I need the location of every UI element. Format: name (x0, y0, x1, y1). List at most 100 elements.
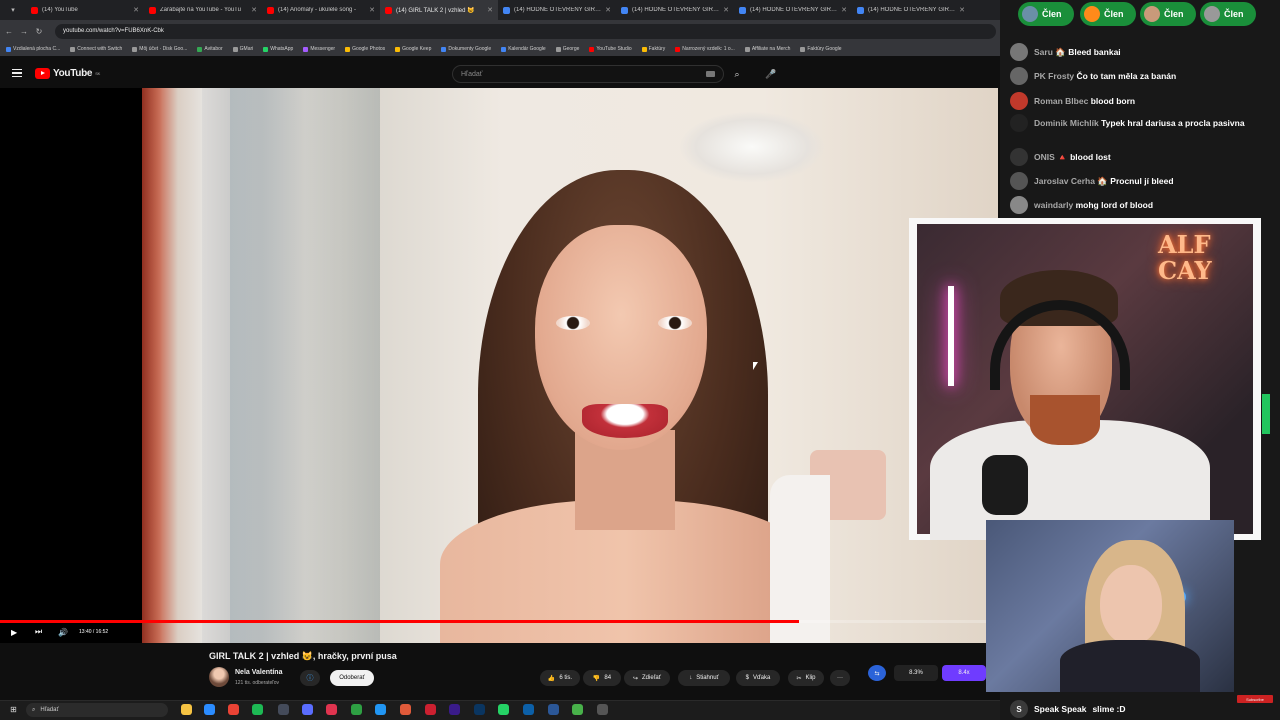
ticktick-icon[interactable] (326, 704, 337, 715)
next-icon[interactable]: ⏭ (35, 625, 42, 639)
bookmark-item[interactable]: Affiliate na Merch (744, 46, 790, 52)
forward-icon[interactable]: → (18, 27, 30, 36)
chat-user: Dominik Michlík (1034, 118, 1099, 128)
xbox-icon[interactable] (351, 704, 362, 715)
tab-close-icon[interactable]: ✕ (605, 6, 611, 14)
user-avatar: S (1010, 700, 1028, 718)
hamburger-menu-icon[interactable] (12, 69, 22, 77)
bookmark-item[interactable]: Narrozený vzdelk: 1 o... (675, 46, 735, 52)
tab-favicon (31, 6, 38, 14)
browser-tab[interactable]: (14) HODNÉ OTEVŘENÝ GIRL T ✕ (852, 0, 970, 20)
bookmark-item[interactable]: YouTube Studio (589, 46, 632, 52)
bookmark-item[interactable]: Messenger (303, 46, 335, 52)
tab-close-icon[interactable]: ✕ (133, 6, 139, 14)
bookmark-item[interactable]: Faktúry (641, 46, 665, 52)
play-icon[interactable]: ▶ (11, 625, 17, 639)
bookmark-item[interactable]: Avitabor (197, 46, 223, 52)
vpn-icon[interactable] (204, 704, 215, 715)
tab-close-icon[interactable]: ✕ (369, 6, 375, 14)
bookmark-item[interactable]: Dokumenty Google (441, 46, 491, 52)
like-button[interactable]: 👍 6 tis. (540, 670, 580, 686)
subscribe-button[interactable]: Odoberať (330, 670, 374, 686)
davinci-icon[interactable] (400, 704, 411, 715)
extension-icon[interactable]: ⇆ (868, 665, 886, 681)
youtube-play-icon (35, 68, 50, 79)
start-icon[interactable]: ⊞ (8, 704, 19, 715)
app-icon[interactable] (375, 704, 386, 715)
share-button[interactable]: ↪ Zdieľať (624, 670, 670, 686)
chat-scroll-indicator[interactable] (1262, 394, 1270, 434)
channel-avatar[interactable] (209, 667, 229, 687)
browser-tab[interactable]: (14) GIRL TALK 2 | vzhled 😺 ✕ (380, 0, 498, 20)
chat-user: ONIS 🔺 (1034, 152, 1068, 162)
tab-close-icon[interactable]: ✕ (841, 6, 847, 14)
volume-icon[interactable]: 🔊 (58, 625, 68, 639)
tab-close-icon[interactable]: ✕ (723, 6, 729, 14)
tab-close-icon[interactable]: ✕ (487, 6, 493, 14)
bookmark-item[interactable]: Google Photos (345, 46, 385, 52)
browser-tab[interactable]: (14) HODNÉ OTEVŘENÝ GIRL T ✕ (616, 0, 734, 20)
browser-tab[interactable]: Zarábajte na YouTube - YouTu ✕ (144, 0, 262, 20)
premiere-icon[interactable] (449, 704, 460, 715)
tab-title: (14) HODNÉ OTEVŘENÝ GIRL T (514, 7, 602, 13)
taskbar-search[interactable]: ⌕ Hľadať (26, 703, 168, 717)
channel-join-button[interactable]: ⓘ (300, 670, 320, 686)
voice-search-icon[interactable]: 🎤 (764, 67, 778, 81)
photoshop-icon[interactable] (474, 704, 485, 715)
bookmark-favicon (641, 46, 647, 52)
misc-icon[interactable] (597, 704, 608, 715)
extension-value-1: 8.3% (894, 665, 938, 681)
video-person-smile (582, 404, 668, 438)
thanks-label: Vďaka (752, 675, 771, 681)
subscribe-badge: Subscribe (1237, 695, 1273, 703)
spotify-icon[interactable] (252, 704, 263, 715)
download-icon: ↓ (689, 675, 693, 681)
clip-button[interactable]: ✂ Klip (788, 670, 824, 686)
browser-tab[interactable]: (14) Anomaly - ukulele song - ✕ (262, 0, 380, 20)
bookmark-item[interactable]: Connect with Switch (70, 46, 122, 52)
bookmark-item[interactable]: George (555, 46, 579, 52)
search-placeholder: Hľadať (461, 70, 483, 78)
bookmark-item[interactable]: Google Keep (395, 46, 431, 52)
ps-icon[interactable] (523, 704, 534, 715)
bookmark-item[interactable]: GMari (232, 46, 253, 52)
store-icon[interactable] (572, 704, 583, 715)
tab-menu-icon[interactable]: ▾ (0, 0, 26, 20)
bookmark-item[interactable]: WhatsApp (263, 46, 293, 52)
youtube-logo[interactable]: YouTube SK (35, 68, 100, 79)
search-input[interactable]: Hľadať (452, 65, 724, 83)
chrome-icon[interactable] (228, 704, 239, 715)
tab-close-icon[interactable]: ✕ (251, 6, 257, 14)
tab-close-icon[interactable]: ✕ (959, 6, 965, 14)
download-button[interactable]: ↓ Stiahnuť (678, 670, 730, 686)
search-button[interactable]: ⌕ (724, 65, 750, 83)
thumbs-down-icon: 👎 (592, 675, 601, 682)
bookmark-item[interactable]: Môj účet · Disk Goo... (132, 46, 187, 52)
browser-tab[interactable]: (14) HODNÉ OTEVŘENÝ GIRL T ✕ (498, 0, 616, 20)
bookmark-favicon (6, 46, 11, 52)
back-icon[interactable]: ← (3, 27, 15, 36)
browser-tab[interactable]: (14) YouTube ✕ (26, 0, 144, 20)
bookmark-item[interactable]: Faktúry Google (800, 46, 842, 52)
more-actions-button[interactable]: ··· (830, 670, 850, 686)
url-field[interactable]: youtube.com/watch?v=FUB6XnK-Cbk (55, 23, 996, 39)
member-avatar (1084, 6, 1100, 22)
bookmark-item[interactable]: Vzdialená plocha C... (6, 46, 60, 52)
chat-last-message: S Speak Speak slime :D (1010, 700, 1126, 718)
member-badge-3: Člen (1140, 2, 1196, 26)
explorer-icon[interactable] (181, 704, 192, 715)
reload-icon[interactable]: ↻ (33, 27, 45, 36)
word-icon[interactable] (548, 704, 559, 715)
channel-name[interactable]: Nela Valentína (235, 669, 282, 676)
dislike-button[interactable]: 👎 84 (583, 670, 621, 686)
browser-tab[interactable]: (14) HODNÉ OTEVŘENÝ GIRL T ✕ (734, 0, 852, 20)
bookmark-item[interactable]: Kalendár Google (501, 46, 546, 52)
bookmark-label: Messenger (310, 46, 336, 52)
record-icon[interactable] (425, 704, 436, 715)
obs-icon[interactable] (302, 704, 313, 715)
whatsapp-icon[interactable] (498, 704, 509, 715)
thanks-button[interactable]: $ Vďaka (736, 670, 780, 686)
video-person-eye-right (658, 316, 692, 330)
keyboard-icon[interactable] (706, 71, 715, 77)
steam-icon[interactable] (278, 704, 289, 715)
